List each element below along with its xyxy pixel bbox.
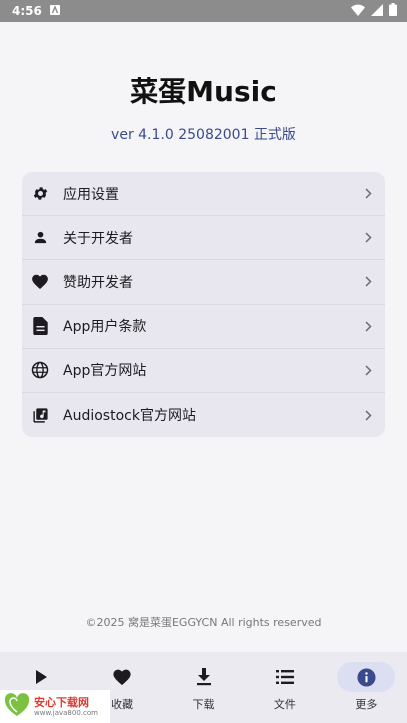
menu-item-label: App用户条款 [63, 319, 147, 336]
menu-item-audiostock-website[interactable]: Audiostock官方网站 [22, 393, 385, 437]
menu-item-label: 赞助开发者 [63, 274, 133, 291]
menu-item-sponsor-developer[interactable]: 赞助开发者 [22, 260, 385, 305]
nav-item-more[interactable]: 更多 [326, 652, 407, 723]
music-library-icon [30, 405, 50, 425]
watermark-text: 安心下载网 [34, 695, 89, 709]
menu-item-official-website[interactable]: App官方网站 [22, 349, 385, 393]
gear-icon [30, 184, 50, 204]
nav-label: 收藏 [111, 698, 134, 711]
nav-label: 下载 [192, 698, 215, 711]
play-icon [12, 662, 70, 692]
nav-label: 更多 [355, 698, 378, 711]
globe-icon [30, 360, 50, 380]
chevron-right-icon [363, 319, 373, 333]
menu-item-label: App官方网站 [63, 363, 147, 380]
nav-item-files[interactable]: 文件 [244, 652, 325, 723]
watermark-logo-icon [4, 692, 30, 721]
copyright-text: ©2025 窝是菜蛋EGGYCN All rights reserved [85, 616, 322, 629]
download-icon [175, 662, 233, 692]
status-bar: 4:56 [0, 0, 407, 22]
heart-icon [93, 662, 151, 692]
chevron-right-icon [363, 187, 373, 201]
menu-item-label: 应用设置 [63, 186, 119, 203]
document-icon [30, 316, 50, 336]
person-icon [30, 228, 50, 248]
nav-label: 文件 [273, 698, 296, 711]
menu-item-app-settings[interactable]: 应用设置 [22, 172, 385, 217]
menu-item-label: 关于开发者 [63, 230, 133, 247]
nav-item-downloads[interactable]: 下载 [163, 652, 244, 723]
heart-icon [30, 272, 50, 292]
battery-icon [389, 3, 397, 19]
watermark-url: www.java800.com [34, 708, 98, 717]
signal-icon [371, 3, 383, 19]
app-title: 菜蛋Music [130, 75, 277, 108]
watermark: 安心下载网 www.java800.com [0, 690, 110, 723]
menu-item-label: Audiostock官方网站 [63, 408, 196, 425]
status-time: 4:56 [12, 4, 42, 18]
chevron-right-icon [363, 363, 373, 377]
info-icon [337, 662, 396, 692]
menu-item-user-terms[interactable]: App用户条款 [22, 305, 385, 349]
more-menu-card: 应用设置 关于开发者 赞助开发者 App用户条款 App官方网站 Audiost… [22, 172, 385, 437]
chevron-right-icon [363, 408, 373, 422]
chevron-right-icon [363, 231, 373, 245]
wifi-icon [351, 4, 365, 19]
version-label: ver 4.1.0 25082001 正式版 [111, 127, 296, 143]
list-icon [256, 662, 314, 692]
notification-a-icon [49, 4, 60, 18]
chevron-right-icon [363, 275, 373, 289]
menu-item-about-developer[interactable]: 关于开发者 [22, 216, 385, 261]
